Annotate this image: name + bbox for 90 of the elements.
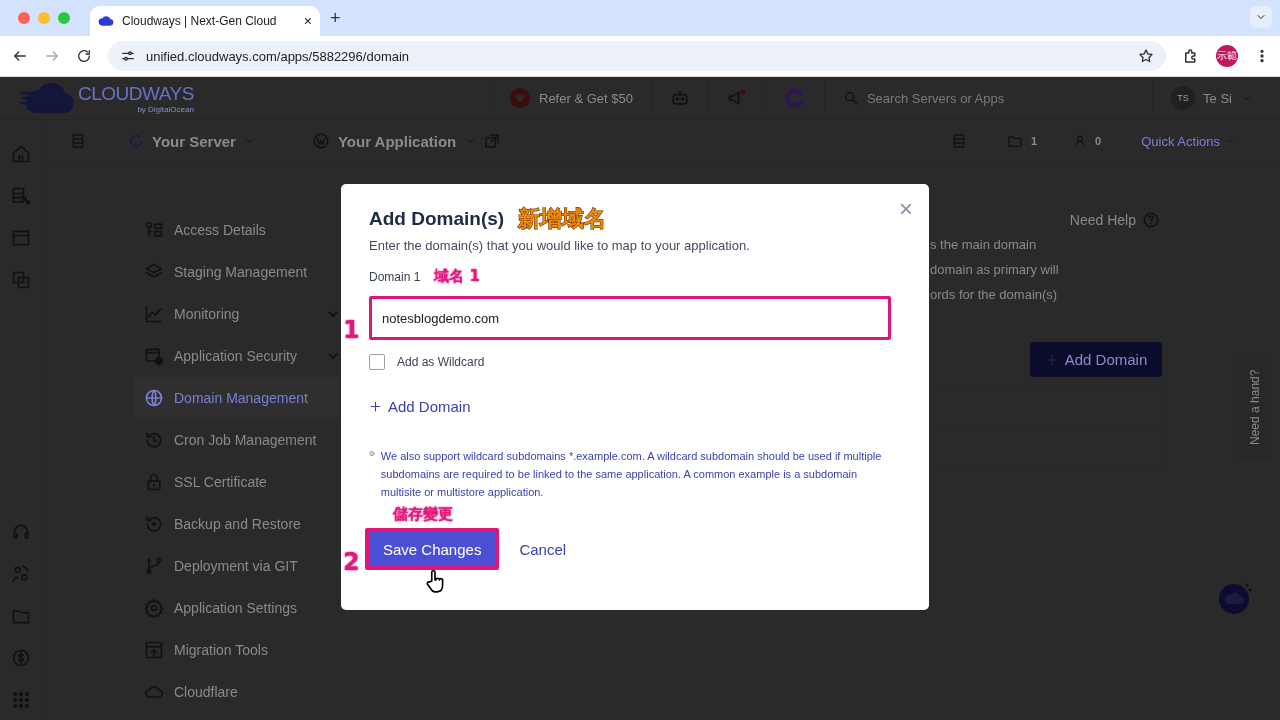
external-link-icon[interactable] bbox=[484, 133, 501, 149]
server-apps-icon[interactable] bbox=[10, 186, 31, 206]
save-changes-button[interactable]: Save Changes bbox=[365, 528, 500, 570]
add-domain-button[interactable]: Add Domain bbox=[1030, 342, 1162, 377]
info-note: We also support wildcard subdomains *.example.com. A wildcard subdomain should be used if multiple subdomains are required to be linked to the same application. A common example is a subdomain multisite or multistore application. bbox=[380, 449, 883, 500]
lock-icon bbox=[144, 472, 164, 492]
logo-subtitle: by DigitalOcean bbox=[137, 104, 194, 114]
globe-icon bbox=[144, 388, 164, 408]
forward-icon[interactable] bbox=[44, 48, 60, 64]
window-icon[interactable] bbox=[10, 228, 31, 248]
dialog-description: Enter the domain(s) that you would like to map to your application. bbox=[369, 238, 751, 253]
server-icon[interactable] bbox=[951, 133, 967, 149]
team-swap-icon[interactable] bbox=[10, 564, 31, 584]
tab-list-button[interactable] bbox=[1250, 6, 1272, 28]
folder-icon bbox=[1007, 133, 1023, 149]
apps-grid-icon[interactable] bbox=[10, 690, 31, 710]
server-selector[interactable]: Your Server bbox=[152, 132, 236, 150]
tab-title: Cloudways | Next-Gen Cloud bbox=[122, 14, 278, 28]
description-text: ords for the domain(s) bbox=[930, 286, 1059, 304]
browser-tab[interactable]: Cloudways | Next-Gen Cloud × bbox=[90, 6, 320, 36]
gear-icon bbox=[144, 598, 164, 618]
step-number: 2 bbox=[343, 548, 360, 576]
home-icon[interactable] bbox=[10, 144, 31, 164]
checkbox-label: Add as Wildcard bbox=[397, 355, 485, 369]
megaphone-icon[interactable] bbox=[726, 88, 747, 108]
server-icon[interactable] bbox=[70, 133, 86, 149]
copy-icon[interactable] bbox=[10, 270, 31, 290]
address-bar[interactable]: unified.cloudways.com/apps/5882296/domain bbox=[108, 41, 1166, 71]
step-number: 1 bbox=[343, 316, 360, 344]
plus-icon bbox=[369, 400, 382, 413]
cloud-icon bbox=[98, 13, 114, 29]
field-label: Domain 1 bbox=[369, 269, 421, 284]
cancel-button[interactable]: Cancel bbox=[519, 540, 567, 558]
annotation-label: 域名 1 bbox=[434, 267, 481, 286]
sidebar-item[interactable]: Cron Job Management bbox=[134, 419, 338, 461]
member-count: 0 bbox=[1095, 135, 1102, 147]
history-icon bbox=[144, 430, 164, 450]
logo-text: CLOUDWAYS bbox=[78, 82, 194, 105]
reload-icon[interactable] bbox=[76, 48, 92, 64]
sidebar-item[interactable]: Application Security bbox=[134, 335, 338, 377]
close-button[interactable]: × bbox=[899, 200, 913, 218]
chevron-down-icon[interactable] bbox=[328, 353, 338, 359]
chevron-down-icon[interactable] bbox=[328, 311, 338, 317]
sidebar-item[interactable]: Deployment via GIT bbox=[134, 545, 338, 587]
description-text: domain as primary will bbox=[930, 261, 1060, 279]
chart-icon bbox=[144, 304, 164, 324]
sidebar-item[interactable]: Backup and Restore bbox=[134, 503, 338, 545]
wordpress-icon bbox=[311, 132, 330, 150]
key-list-icon bbox=[144, 220, 164, 240]
dialog-title: Add Domain(s) bbox=[369, 208, 505, 230]
quick-actions-menu[interactable]: Quick Actions bbox=[1141, 133, 1220, 149]
sidebar-item[interactable]: Application Settings bbox=[134, 587, 338, 629]
sidebar-item[interactable]: Staging Management bbox=[134, 251, 338, 293]
search-icon bbox=[842, 90, 859, 106]
refer-link[interactable]: Refer & Get $50 bbox=[539, 90, 633, 106]
sidebar-item[interactable]: SSL Certificate bbox=[134, 461, 338, 503]
c-logo-icon[interactable] bbox=[783, 87, 806, 109]
annotation-label: 儲存變更 bbox=[393, 505, 454, 524]
back-icon[interactable] bbox=[12, 48, 28, 64]
sidebar-item[interactable]: Access Details bbox=[134, 209, 338, 251]
upload-window-icon bbox=[144, 640, 164, 660]
folder-count: 1 bbox=[1031, 135, 1038, 147]
wildcard-checkbox[interactable] bbox=[369, 354, 385, 370]
application-selector[interactable]: Your Application bbox=[337, 132, 457, 150]
help-icon[interactable] bbox=[1142, 211, 1160, 229]
need-help-link[interactable]: Need Help bbox=[1069, 212, 1136, 228]
add-domain-link[interactable]: Add Domain bbox=[369, 398, 471, 415]
new-tab-button[interactable]: + bbox=[330, 7, 341, 29]
window-zoom-button[interactable] bbox=[58, 12, 70, 24]
user-name[interactable]: Te Si bbox=[1203, 90, 1232, 106]
annotation-label: 新增域名 bbox=[518, 205, 607, 233]
sidebar-item[interactable]: Domain Management bbox=[134, 377, 338, 419]
window-minimize-button[interactable] bbox=[38, 12, 50, 24]
branch-icon bbox=[144, 556, 164, 576]
sync-icon bbox=[128, 133, 144, 149]
profile-avatar[interactable]: 示範 bbox=[1216, 45, 1238, 67]
sidebar-item[interactable]: Cloudflare bbox=[134, 671, 338, 713]
window-close-button[interactable] bbox=[18, 12, 30, 24]
window-shield-icon bbox=[144, 346, 164, 366]
user-icon bbox=[1073, 134, 1088, 148]
user-initials: TS bbox=[1171, 86, 1196, 110]
star-icon[interactable] bbox=[1138, 48, 1154, 64]
description-text: s the main domain bbox=[930, 236, 1038, 254]
tab-close[interactable]: × bbox=[303, 13, 312, 29]
sidebar-item[interactable]: Monitoring bbox=[134, 293, 338, 335]
domain-input-field[interactable]: notesblogdemo.com bbox=[369, 296, 891, 340]
billing-icon[interactable] bbox=[10, 648, 31, 668]
restore-icon bbox=[144, 514, 164, 534]
search-field[interactable]: Search Servers or Apps bbox=[866, 90, 1005, 106]
sidebar-item[interactable]: Migration Tools bbox=[134, 629, 338, 671]
